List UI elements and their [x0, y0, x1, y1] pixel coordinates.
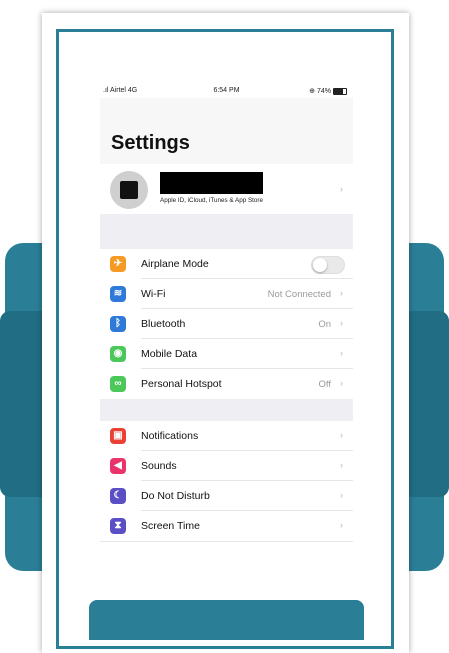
settings-row-label: Do Not Disturb	[141, 490, 210, 502]
bottom-decor-tab	[89, 600, 364, 640]
settings-row-do-not-disturb[interactable]: ☾ Do Not Disturb ›	[100, 481, 353, 511]
chevron-right-icon: ›	[340, 460, 343, 470]
settings-row-value: Off	[318, 379, 332, 390]
apple-id-row[interactable]: Apple ID, iCloud, iTunes & App Store ›	[100, 164, 353, 214]
settings-row-label: Notifications	[141, 430, 199, 442]
toggle-knob	[313, 258, 327, 272]
settings-row-label: Sounds	[141, 460, 177, 472]
bluetooth-icon: ᛒ	[110, 316, 126, 332]
chevron-right-icon: ›	[340, 520, 343, 530]
avatar	[110, 171, 148, 209]
antenna-icon: ◉	[110, 346, 126, 362]
airplane-icon: ✈	[110, 256, 126, 272]
page-title: Settings	[111, 132, 190, 154]
hourglass-icon: ⧗	[110, 518, 126, 534]
chevron-right-icon: ›	[340, 490, 343, 500]
profile-name-redacted	[160, 172, 263, 194]
settings-row-value: On	[318, 319, 331, 330]
speaker-icon: ◀	[110, 458, 126, 474]
settings-row-label: Screen Time	[141, 520, 200, 532]
status-bar: .ıl Airtel 4G 6:54 PM ⊕ 74%	[100, 82, 353, 98]
profile-subtitle: Apple ID, iCloud, iTunes & App Store	[160, 197, 264, 204]
chevron-right-icon: ›	[340, 378, 343, 388]
settings-row-wi-fi[interactable]: ≋ Wi-Fi Not Connected ›	[100, 279, 353, 309]
settings-row-bluetooth[interactable]: ᛒ Bluetooth On ›	[100, 309, 353, 339]
group-spacer	[100, 399, 353, 421]
settings-row-label: Airplane Mode	[141, 258, 209, 270]
avatar-redacted	[120, 181, 138, 199]
battery-status: ⊕ 74%	[309, 87, 347, 95]
chevron-right-icon: ›	[340, 430, 343, 440]
settings-row-personal-hotspot[interactable]: ∞ Personal Hotspot Off ›	[100, 369, 353, 399]
chevron-right-icon: ›	[340, 288, 343, 298]
settings-row-sounds[interactable]: ◀ Sounds ›	[100, 451, 353, 481]
battery-percent: 74%	[316, 88, 331, 95]
chevron-right-icon: ›	[340, 318, 343, 328]
settings-row-label: Wi-Fi	[141, 288, 166, 300]
phone-screen: .ıl Airtel 4G 6:54 PM ⊕ 74% Settings App…	[100, 82, 353, 542]
chevron-right-icon: ›	[340, 184, 343, 194]
group-spacer	[100, 214, 353, 249]
moon-icon: ☾	[110, 488, 126, 504]
settings-row-label: Personal Hotspot	[141, 378, 222, 390]
group-bottom-border	[100, 541, 353, 542]
settings-row-label: Bluetooth	[141, 318, 186, 330]
settings-row-mobile-data[interactable]: ◉ Mobile Data ›	[100, 339, 353, 369]
wifi-icon: ≋	[110, 286, 126, 302]
chevron-right-icon: ›	[340, 348, 343, 358]
alarm-icon: ⊕	[309, 88, 317, 95]
battery-icon	[333, 87, 347, 95]
airplane-mode-toggle[interactable]	[311, 256, 345, 274]
settings-row-notifications[interactable]: ▣ Notifications ›	[100, 421, 353, 451]
settings-row-value: Not Connected	[267, 289, 331, 300]
hotspot-icon: ∞	[110, 376, 126, 392]
settings-row-screen-time[interactable]: ⧗ Screen Time ›	[100, 511, 353, 541]
settings-row-label: Mobile Data	[141, 348, 198, 360]
settings-row-airplane-mode[interactable]: ✈ Airplane Mode	[100, 249, 353, 279]
notifications-icon: ▣	[110, 428, 126, 444]
